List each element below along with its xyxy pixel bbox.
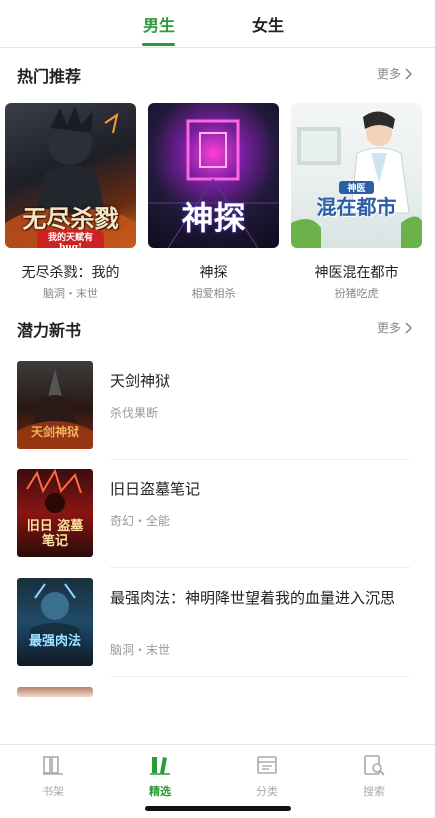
- category-icon: [257, 756, 277, 774]
- book-tags: 相爱相杀: [191, 287, 236, 300]
- active-tab-indicator: [142, 43, 175, 46]
- cover-title: 无尽杀戮: [22, 204, 119, 233]
- potential-section-header: 潜力新书 更多: [0, 317, 435, 347]
- nav-featured[interactable]: 精选: [130, 753, 190, 799]
- more-label: 更多: [376, 321, 401, 335]
- list-item[interactable]: [17, 687, 410, 697]
- cover-title: 混在都市: [316, 195, 397, 219]
- list-divider: [110, 676, 410, 677]
- nav-label: 搜索: [363, 785, 385, 798]
- tab-male[interactable]: 男生: [143, 12, 175, 36]
- more-label: 更多: [376, 67, 401, 81]
- featured-icon: [150, 757, 170, 775]
- list-divider: [110, 459, 410, 460]
- cover-title: 旧日 盗墓笔记: [26, 519, 84, 549]
- tab-female[interactable]: 女生: [252, 12, 284, 36]
- list-item[interactable]: 最强肉法 最强肉法：神明降世望着我的血量进入沉思 脑洞・末世: [17, 578, 410, 686]
- hot-section-title: 热门推荐: [17, 67, 82, 86]
- book-title: 天剑神狱: [110, 372, 171, 390]
- cover-title: 最强肉法: [28, 634, 81, 649]
- nav-label: 分类: [256, 785, 278, 798]
- book-tags: 脑洞・末世: [110, 643, 171, 657]
- home-indicator: [145, 806, 291, 811]
- hot-more-link[interactable]: 更多: [377, 65, 413, 82]
- hot-section-header: 热门推荐 更多: [0, 63, 435, 93]
- book-cover: 最强肉法: [17, 578, 93, 666]
- top-tab-bar: 男生 女生: [0, 0, 435, 48]
- book-cover: 神探: [148, 103, 279, 248]
- hot-book-card[interactable]: 神探 神探 相爱相杀: [148, 103, 279, 301]
- book-cover: 无尽杀戮 我的天赋有bug!: [5, 103, 136, 248]
- cover-art: [29, 583, 81, 648]
- chevron-right-icon: [405, 67, 413, 80]
- nav-category[interactable]: 分类: [237, 753, 297, 799]
- book-tags: 脑洞・末世: [43, 287, 98, 300]
- cover-art: [291, 111, 422, 248]
- book-tags: 奇幻・全能: [110, 514, 171, 528]
- nav-label: 精选: [149, 785, 171, 798]
- nav-search[interactable]: 搜索: [344, 753, 404, 799]
- list-divider: [110, 567, 410, 568]
- book-cover: 神医 混在都市: [291, 103, 422, 248]
- book-tags: 扮猪吃虎: [334, 287, 379, 300]
- book-tags: 杀伐果断: [110, 406, 159, 420]
- bookshelf-icon: [43, 756, 63, 775]
- book-title: 旧日盗墓笔记: [110, 480, 201, 498]
- cover-subtitle: 我的天赋有bug!: [37, 230, 104, 248]
- nav-label: 书架: [42, 785, 64, 798]
- book-title: 最强肉法：神明降世望着我的血量进入沉思: [110, 589, 396, 607]
- book-cover: [17, 687, 93, 697]
- nav-bookshelf[interactable]: 书架: [23, 753, 83, 799]
- cover-title: 神探: [181, 199, 246, 237]
- book-cover: 天剑神狱: [17, 361, 93, 449]
- book-title: 神医混在都市: [314, 265, 399, 281]
- list-item[interactable]: 天剑神狱 天剑神狱 杀伐果断: [17, 361, 410, 469]
- chevron-right-icon: [405, 321, 413, 334]
- search-icon: [364, 755, 385, 776]
- list-item[interactable]: 旧日 盗墓笔记 旧日盗墓笔记 奇幻・全能: [17, 469, 410, 577]
- book-cover: 旧日 盗墓笔记: [17, 469, 93, 557]
- potential-more-link[interactable]: 更多: [377, 319, 413, 336]
- book-title: 神探: [199, 265, 228, 281]
- cover-title: 天剑神狱: [30, 425, 79, 439]
- potential-section-title: 潜力新书: [17, 321, 82, 340]
- hot-book-card[interactable]: 神医 混在都市 神医混在都市 扮猪吃虎: [291, 103, 422, 301]
- hot-book-card[interactable]: 无尽杀戮 我的天赋有bug! 无尽杀戮：我的 脑洞・末世: [5, 103, 136, 301]
- book-title: 无尽杀戮：我的: [21, 265, 120, 281]
